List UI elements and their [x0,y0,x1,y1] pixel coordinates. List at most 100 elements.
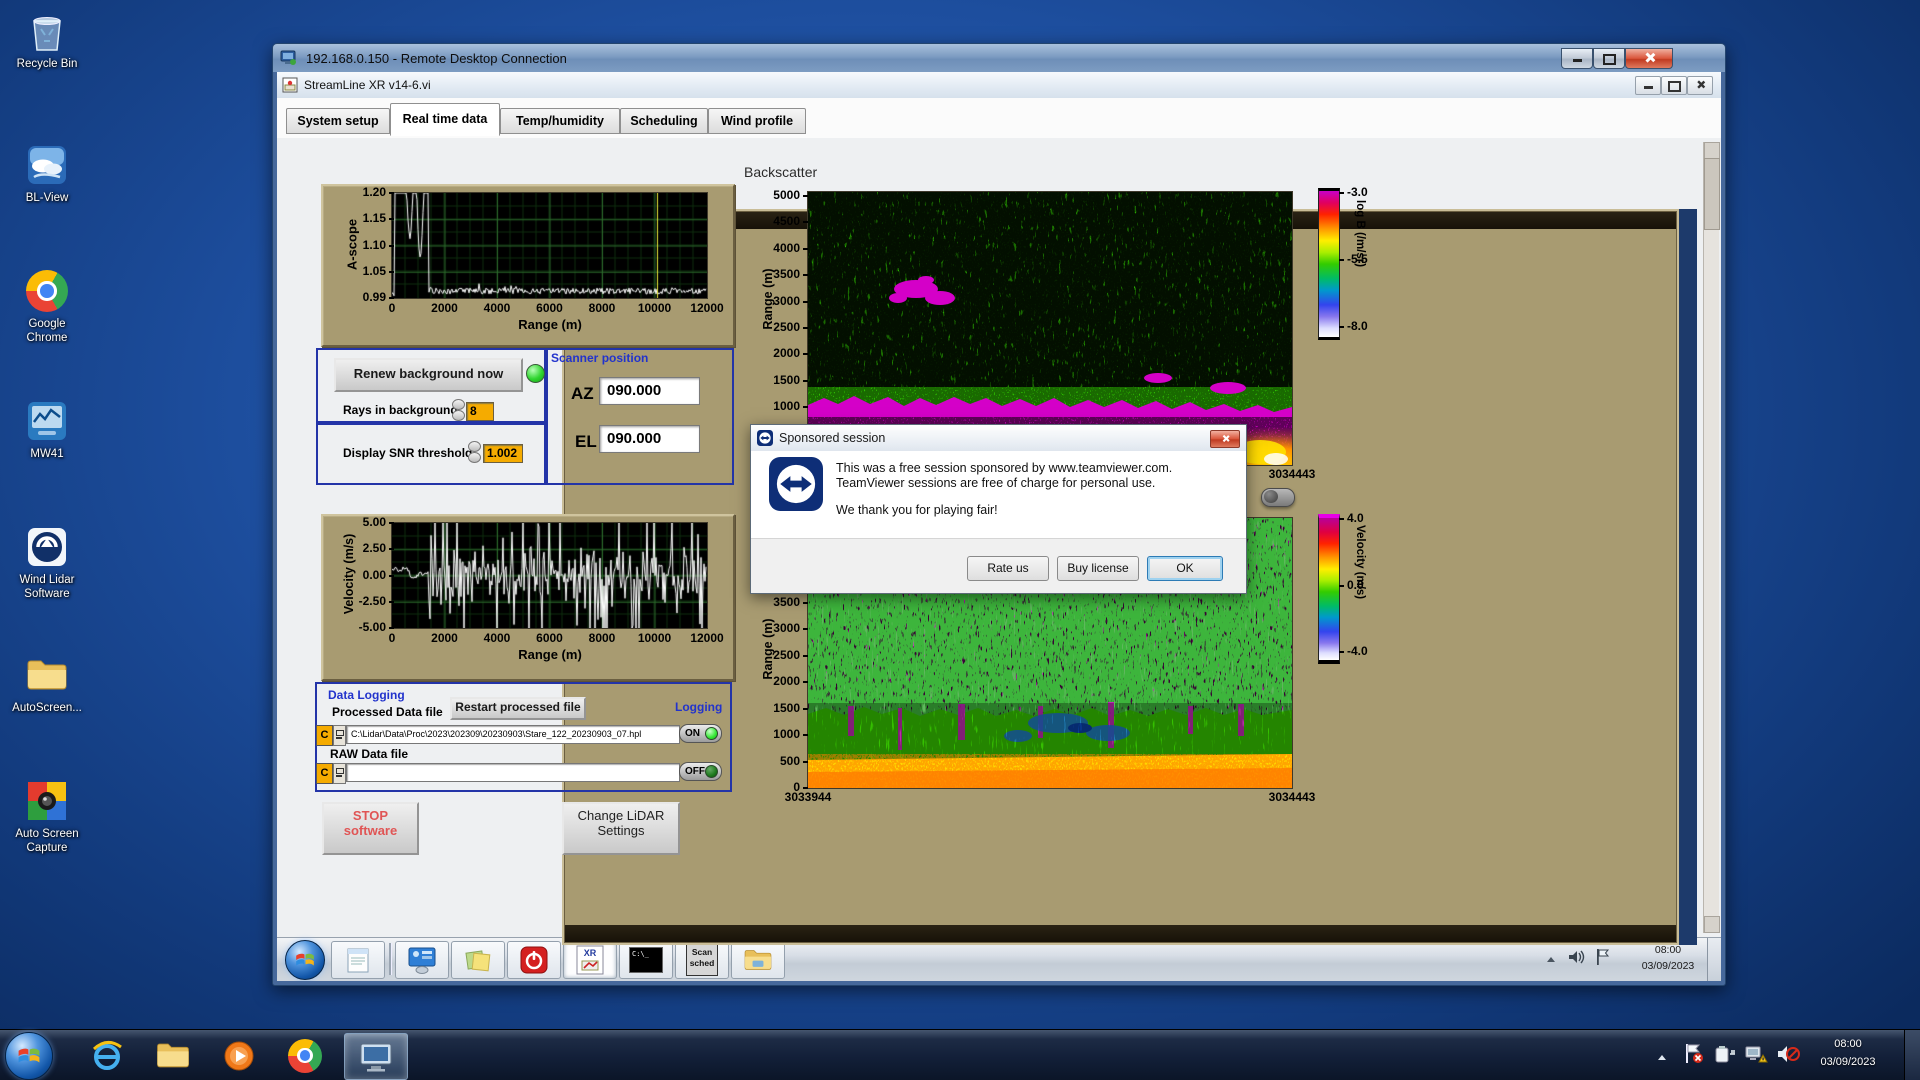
desktop-icon-auto-screen-capture[interactable]: Auto Screen Capture [8,778,86,856]
rdp-titlebar[interactable]: 192.168.0.150 - Remote Desktop Connectio… [273,44,1725,72]
ok-button[interactable]: OK [1147,556,1223,581]
tab-wind-profile[interactable]: Wind profile [708,108,806,134]
host-volume-muted-icon[interactable] [1776,1044,1800,1069]
on-lamp-icon [705,727,718,740]
taskbar-divider [389,943,392,975]
scroll-up-arrow[interactable] [1704,142,1720,159]
raw-browse-icon[interactable] [333,763,346,784]
rdp-minimize-button[interactable] [1561,48,1593,69]
host-clock[interactable]: 08:00 03/09/2023 [1802,1036,1894,1071]
taskbar-button-scan-scheduler[interactable]: Scan sched [675,941,729,979]
rate-us-button[interactable]: Rate us [967,556,1049,581]
chrome-icon [24,268,70,314]
backscatter-colorbar-label: log B (/m/sr) [1354,200,1366,268]
desktop-icon-label: Auto Screen Capture [15,828,79,855]
desktop-icon-mw41[interactable]: MW41 [8,398,86,461]
app-vertical-scrollbar[interactable] [1703,142,1720,933]
processed-drive-box[interactable]: C [316,725,333,746]
session-tray-expand-icon[interactable] [1545,952,1557,970]
remote-desktop-icon [360,1043,392,1071]
snr-spinner[interactable] [468,441,481,463]
host-action-center-icon[interactable] [1684,1043,1704,1070]
taskbar-button-chrome[interactable] [278,1033,332,1078]
desktop-icon-wind-lidar[interactable]: Wind Lidar Software [8,524,86,602]
taskbar-button-shutdown[interactable] [507,941,561,979]
rays-in-background-label: Rays in background [343,403,458,417]
rays-spinner[interactable] [452,399,465,421]
app-close-button[interactable] [1687,76,1713,95]
host-show-desktop-button[interactable] [1904,1030,1920,1080]
processed-browse-icon[interactable] [333,725,346,746]
scroll-thumb[interactable] [1704,158,1720,230]
tab-scheduling[interactable]: Scheduling [620,108,708,134]
taskbar-button-notepad[interactable] [331,941,385,979]
snr-value-field[interactable]: 1.002 [483,444,523,463]
taskbar-button-internet-explorer[interactable] [80,1033,134,1078]
raw-drive-box[interactable]: C [316,763,333,784]
session-action-center-flag-icon[interactable] [1595,948,1611,971]
taskbar-button-explorer[interactable] [731,941,785,979]
backscatter-colorbar [1318,188,1340,340]
taskbar-button-media-player[interactable] [212,1033,266,1078]
raw-data-file-label: RAW Data file [330,747,409,761]
host-network-icon[interactable] [1744,1044,1768,1069]
rdp-maximize-button[interactable] [1593,48,1625,69]
host-start-button[interactable] [5,1032,53,1080]
app-minimize-button[interactable] [1635,76,1661,95]
taskbar-button-explorer[interactable] [146,1033,200,1078]
scanner-position-title: Scanner position [551,351,649,365]
tab-temp-humidity[interactable]: Temp/humidity [500,108,620,134]
host-tray-expand-icon[interactable] [1656,1050,1668,1068]
desktop-icon-bl-view[interactable]: BL-View [8,142,86,205]
stop-software-button[interactable]: STOP software [322,802,419,855]
dialog-line1: This was a free session sponsored by www… [836,461,1173,475]
velocity-y-axis-label: Velocity (m/s) [342,533,356,615]
taskbar-button-remote-desktop[interactable] [344,1033,408,1080]
velocity-plot-area [391,522,708,629]
session-clock[interactable]: 08:00 03/09/2023 [1631,942,1705,975]
session-show-desktop-button[interactable] [1707,938,1721,981]
processed-path-field[interactable]: C:\Lidar\Data\Proc\2023\202309\20230903\… [346,725,680,744]
rdp-close-button[interactable] [1625,48,1673,69]
el-value-field[interactable]: 090.000 [599,425,700,453]
a-scope-y-axis-label: A-scope [344,218,360,271]
folder-icon [24,652,70,698]
taskbar-button-command-prompt[interactable]: C:\_ [619,941,673,979]
desktop-icon-autoscreen-folder[interactable]: AutoScreen... [8,652,86,715]
restart-processed-file-button[interactable]: Restart processed file [450,697,586,720]
buy-license-button[interactable]: Buy license [1057,556,1139,581]
command-prompt-icon: C:\_ [629,947,663,973]
close-icon [1696,80,1705,89]
minimize-icon [1643,86,1653,89]
desktop-icon-label: BL-View [25,192,69,204]
backscatter-y-axis-label: Range (m) [761,268,775,330]
desktop-icon-label: MW41 [30,448,64,460]
raw-logging-toggle[interactable]: OFF [679,762,722,781]
windows-flag-icon [18,1048,40,1063]
tab-real-time-data[interactable]: Real time data [390,103,500,136]
dialog-close-button[interactable] [1210,430,1240,448]
desktop-icon-recycle-bin[interactable]: Recycle Bin [8,8,86,71]
processed-logging-toggle[interactable]: ON [679,724,722,743]
tab-system-setup[interactable]: System setup [286,108,390,134]
scroll-down-arrow[interactable] [1704,916,1720,933]
app-titlebar[interactable]: StreamLine XR v14-6.vi [277,72,1721,99]
taskbar-button-display-settings[interactable] [395,941,449,979]
change-lidar-settings-button[interactable]: Change LiDAR Settings [562,802,680,855]
taskbar-button-sticky-notes[interactable] [451,941,505,979]
dialog-title: Sponsored session [779,431,886,445]
host-battery-icon[interactable] [1714,1044,1736,1069]
heatmap-toggle-switch[interactable] [1261,488,1295,507]
renew-background-button[interactable]: Renew background now [334,358,523,392]
logging-label: Logging [675,700,723,714]
dialog-titlebar[interactable]: Sponsored session [751,425,1246,451]
app-restore-button[interactable] [1661,76,1687,95]
desktop-icon-google-chrome[interactable]: Google Chrome [8,268,86,346]
session-volume-icon[interactable] [1567,949,1585,970]
az-value-field[interactable]: 090.000 [599,377,700,405]
raw-path-field[interactable] [346,763,680,782]
velocity-map-y-axis-label: Range (m) [761,618,775,680]
session-start-button[interactable] [285,940,325,980]
taskbar-button-streamline-xr[interactable]: XR [563,941,617,979]
rays-value-field[interactable]: 8 [466,402,494,421]
